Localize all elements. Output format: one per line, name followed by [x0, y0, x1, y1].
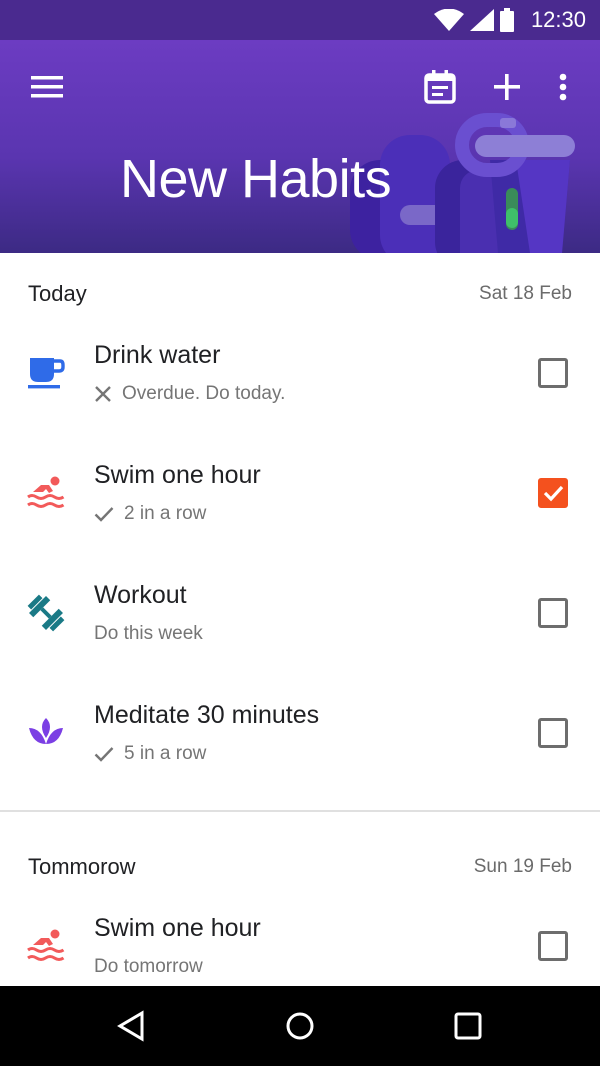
- signal-icon: [470, 9, 494, 31]
- check-icon: [94, 507, 114, 522]
- more-options-button[interactable]: [539, 63, 587, 111]
- recents-icon: [454, 1012, 482, 1040]
- habit-name: Swim one hour: [94, 914, 261, 942]
- habit-status: Do this week: [94, 623, 203, 645]
- coffee-cup-icon: [26, 353, 66, 393]
- habit-name: Drink water: [94, 341, 221, 369]
- habit-row-swim-tomorrow[interactable]: Swim one hour Do tomorrow: [0, 890, 600, 986]
- habit-status-text: Do tomorrow: [94, 956, 203, 977]
- habit-status: 2 in a row: [94, 503, 206, 525]
- lotus-icon: [26, 713, 66, 753]
- calendar-icon: [424, 70, 456, 104]
- recents-button[interactable]: [446, 1004, 490, 1048]
- header-banner: New Habits: [0, 40, 600, 253]
- wifi-icon: [434, 9, 464, 31]
- habit-status: Overdue. Do today.: [94, 383, 285, 405]
- more-vert-icon: [559, 73, 567, 101]
- habit-status-text: 2 in a row: [124, 503, 207, 524]
- habit-status: 5 in a row: [94, 743, 206, 765]
- menu-icon: [31, 76, 63, 98]
- habit-list: Today Sat 18 Feb Drink water Overdue. Do…: [0, 253, 600, 986]
- home-button[interactable]: [278, 1004, 322, 1048]
- page-title: New Habits: [120, 149, 392, 209]
- habit-row-drink-water[interactable]: Drink water Overdue. Do today.: [0, 317, 600, 437]
- habit-name: Meditate 30 minutes: [94, 701, 320, 729]
- section-label: Tommorow: [28, 854, 136, 879]
- swimmer-icon: [26, 926, 66, 966]
- calendar-button[interactable]: [416, 63, 464, 111]
- back-icon: [117, 1010, 144, 1042]
- menu-button[interactable]: [23, 63, 71, 111]
- close-icon: [95, 386, 111, 402]
- habit-checkbox[interactable]: [538, 598, 568, 628]
- habit-status: Do tomorrow: [94, 956, 203, 978]
- add-icon: [494, 74, 520, 100]
- habit-checkbox[interactable]: [538, 478, 568, 508]
- habit-row-workout[interactable]: Workout Do this week: [0, 557, 600, 677]
- home-icon: [286, 1012, 314, 1040]
- habit-checkbox[interactable]: [538, 358, 568, 388]
- system-nav-bar: [0, 986, 600, 1066]
- swimmer-icon: [26, 473, 66, 513]
- dumbbell-icon: [26, 593, 66, 633]
- battery-icon: [500, 8, 514, 32]
- section-date: Sun 19 Feb: [473, 856, 572, 877]
- section-date: Sat 18 Feb: [479, 283, 572, 304]
- back-button[interactable]: [110, 1004, 154, 1048]
- checkmark-icon: [543, 485, 564, 502]
- habit-row-meditate[interactable]: Meditate 30 minutes 5 in a row: [0, 677, 600, 797]
- status-time: 12:30: [530, 7, 586, 32]
- section-label: Today: [28, 281, 87, 306]
- habit-status-text: Overdue. Do today.: [122, 383, 286, 404]
- add-habit-button[interactable]: [483, 63, 531, 111]
- habit-row-swim[interactable]: Swim one hour 2 in a row: [0, 437, 600, 557]
- section-divider: [0, 810, 600, 812]
- habit-name: Swim one hour: [94, 461, 261, 489]
- habit-status-text: Do this week: [94, 623, 203, 644]
- habit-checkbox[interactable]: [538, 718, 568, 748]
- habit-status-text: 5 in a row: [124, 743, 207, 764]
- habit-name: Workout: [94, 581, 187, 609]
- habit-checkbox[interactable]: [538, 931, 568, 961]
- status-bar: 12:30: [0, 0, 600, 40]
- status-icons: [434, 8, 514, 32]
- check-icon: [94, 747, 114, 762]
